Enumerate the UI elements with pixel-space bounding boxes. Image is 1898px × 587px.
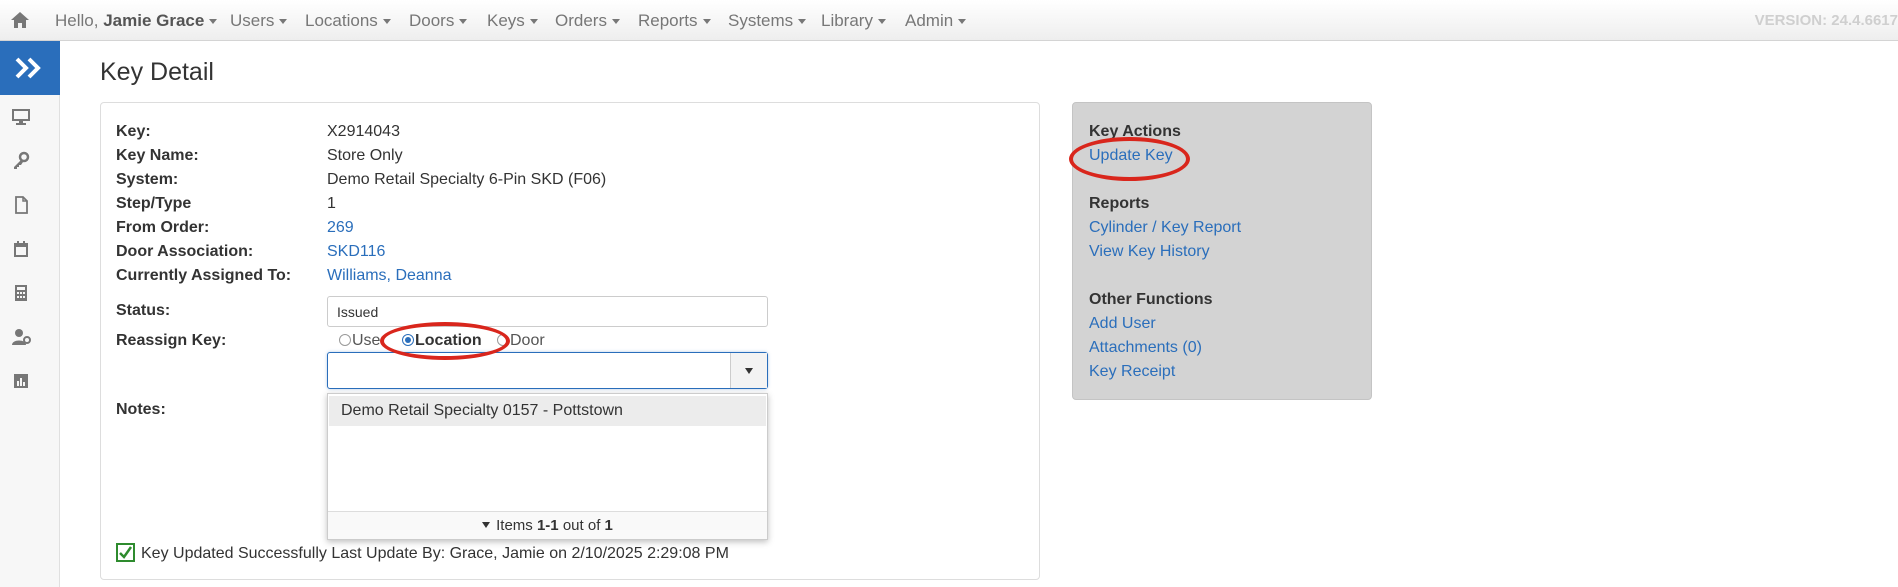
caret-down-icon [382, 19, 391, 25]
key-label: Key: [116, 123, 151, 140]
checkmark-icon [116, 543, 135, 562]
user-name: Jamie Grace [103, 11, 205, 30]
top-navbar: Hello, Jamie Grace Users Locations Doors… [0, 0, 1898, 41]
key-icon[interactable] [11, 151, 31, 171]
left-sidebar [0, 41, 60, 587]
step-type-label: Step/Type [116, 195, 192, 212]
reassign-user-option[interactable]: User [339, 332, 386, 352]
add-user-link[interactable]: Add User [1089, 315, 1156, 333]
caret-down-icon [702, 19, 711, 25]
nav-library[interactable]: Library [821, 11, 886, 31]
caret-down-icon [611, 19, 620, 25]
sidebar-toggle-button[interactable] [0, 41, 60, 95]
caret-down-icon [745, 368, 753, 374]
cylinder-key-report-link[interactable]: Cylinder / Key Report [1089, 219, 1241, 237]
key-actions-heading: Key Actions [1089, 123, 1181, 140]
hello-text: Hello, [55, 11, 99, 30]
nav-keys[interactable]: Keys [487, 11, 538, 31]
calculator-icon[interactable] [11, 283, 31, 303]
view-key-history-link[interactable]: View Key History [1089, 243, 1210, 261]
caret-down-icon [958, 19, 967, 25]
key-name-value: Store Only [327, 147, 403, 164]
door-radio[interactable] [497, 334, 509, 346]
location-combobox[interactable] [327, 352, 768, 389]
chevron-double-right-icon [15, 57, 41, 79]
user-gear-icon[interactable] [11, 327, 31, 347]
key-receipt-link[interactable]: Key Receipt [1089, 363, 1175, 381]
caret-down-icon [482, 522, 491, 528]
status-label: Status: [116, 302, 171, 319]
nav-locations[interactable]: Locations [305, 11, 391, 31]
user-menu[interactable]: Hello, Jamie Grace [55, 11, 218, 31]
reassign-door-option[interactable]: Door [497, 332, 545, 352]
success-message: Key Updated Successfully Last Update By:… [116, 543, 729, 563]
system-label: System: [116, 171, 179, 188]
caret-down-icon [877, 19, 886, 25]
reassign-location-option[interactable]: Location [402, 332, 484, 352]
assigned-to-link[interactable]: Williams, Deanna [327, 267, 451, 285]
nav-admin[interactable]: Admin [905, 11, 967, 31]
version-label: VERSION: 24.4.6617 [1754, 12, 1898, 29]
reassign-label: Reassign Key: [116, 332, 227, 349]
list-item[interactable]: Demo Retail Specialty 0157 - Pottstown [329, 396, 766, 426]
nav-reports[interactable]: Reports [638, 11, 711, 31]
update-key-link[interactable]: Update Key [1089, 147, 1173, 165]
nav-users[interactable]: Users [230, 11, 288, 31]
other-functions-heading: Other Functions [1089, 291, 1213, 308]
nav-orders[interactable]: Orders [555, 11, 620, 31]
page-title: Key Detail [100, 58, 214, 86]
door-association-link[interactable]: SKD116 [327, 243, 385, 261]
system-value: Demo Retail Specialty 6-Pin SKD (F06) [327, 171, 607, 188]
monitor-icon[interactable] [11, 107, 31, 127]
attachments-link[interactable]: Attachments (0) [1089, 339, 1202, 357]
step-type-value: 1 [327, 195, 336, 212]
status-field[interactable]: Issued [327, 296, 768, 327]
nav-systems[interactable]: Systems [728, 11, 807, 31]
caret-down-icon [459, 19, 468, 25]
nav-doors[interactable]: Doors [409, 11, 468, 31]
assigned-to-label: Currently Assigned To: [116, 267, 292, 284]
caret-down-icon [798, 19, 807, 25]
caret-down-icon [529, 19, 538, 25]
key-name-label: Key Name: [116, 147, 199, 164]
from-order-label: From Order: [116, 219, 210, 236]
dropdown-pager: Items 1-1 out of 1 [328, 511, 767, 539]
document-icon[interactable] [11, 195, 31, 215]
caret-down-icon [209, 19, 218, 25]
from-order-link[interactable]: 269 [327, 219, 354, 237]
bar-chart-icon[interactable] [11, 371, 31, 391]
caret-down-icon [279, 19, 288, 25]
location-dropdown-list: Demo Retail Specialty 0157 - Pottstown I… [327, 393, 768, 540]
door-association-label: Door Association: [116, 243, 254, 260]
user-radio[interactable] [339, 334, 351, 346]
calendar-icon[interactable] [11, 239, 31, 259]
key-value: X2914043 [327, 123, 400, 140]
reports-heading: Reports [1089, 195, 1150, 212]
combobox-toggle-button[interactable] [730, 353, 767, 388]
notes-label: Notes: [116, 401, 166, 418]
location-radio[interactable] [402, 334, 414, 346]
home-icon[interactable] [9, 10, 31, 30]
